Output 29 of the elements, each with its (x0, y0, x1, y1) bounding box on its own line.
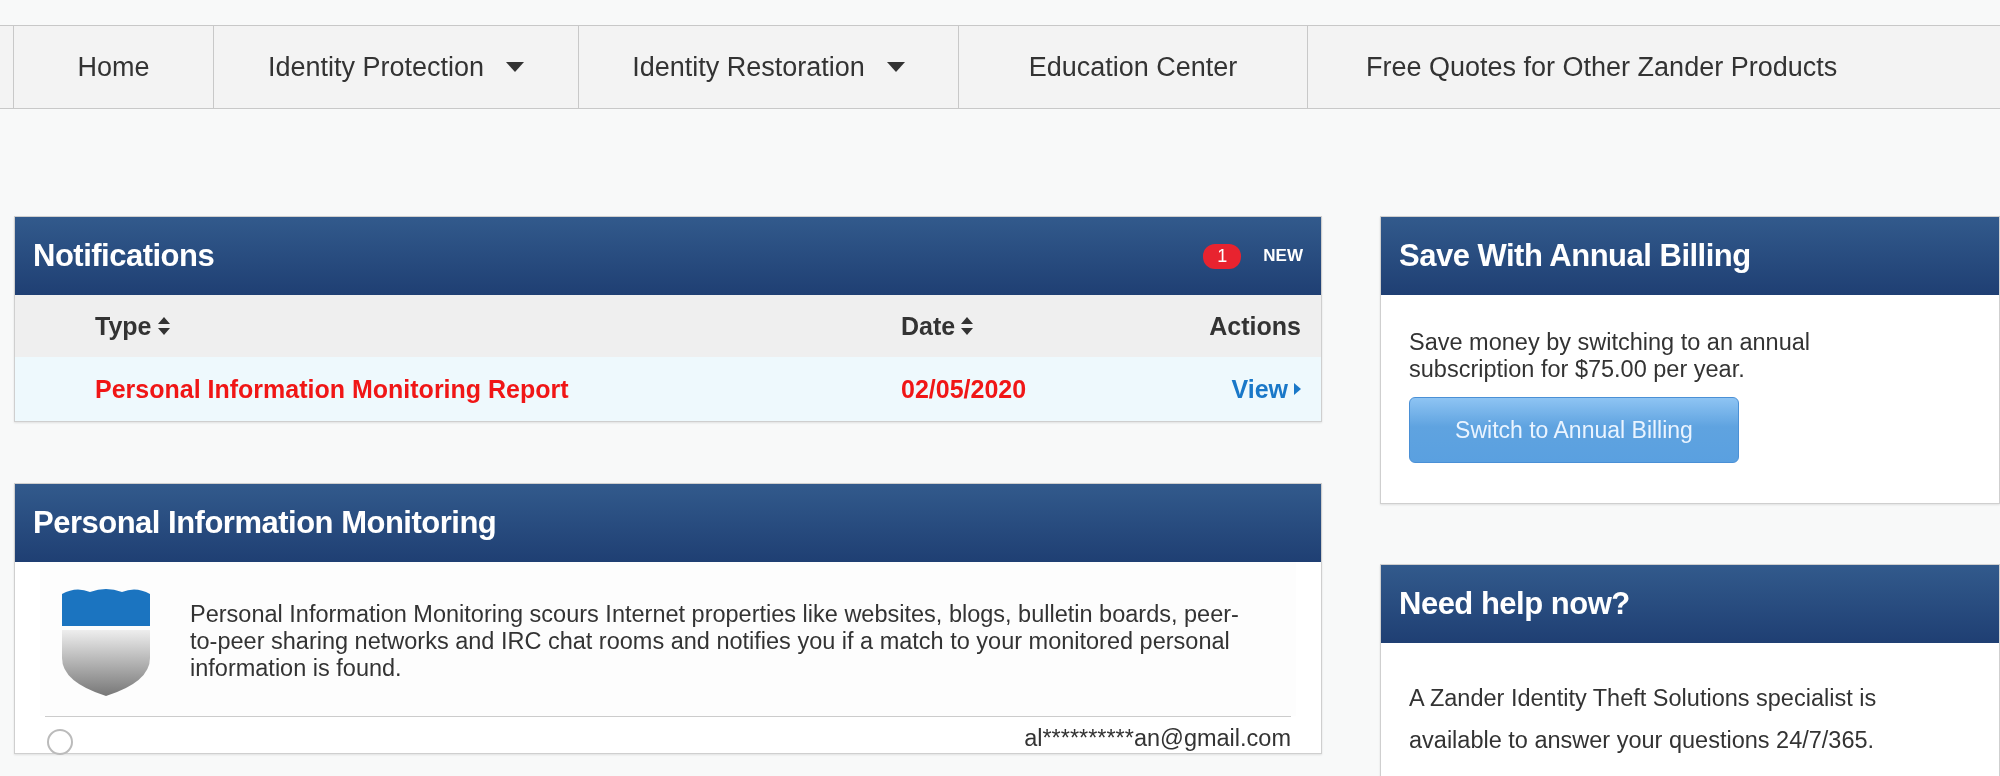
notification-date: 02/05/2020 (901, 374, 1028, 404)
radio-button[interactable] (47, 729, 73, 755)
column-header[interactable]: Date (901, 311, 1181, 341)
panel-title: Save With Annual Billing (1399, 238, 1751, 274)
nav-item[interactable]: Education Center (959, 26, 1308, 108)
panel-title: Personal Information Monitoring (33, 505, 497, 541)
caret-icon (506, 62, 525, 72)
description-text: Personal Information Monitoring scours Internet properties like websites, blogs, bulletin boards, peer-to-peer sharing networks and IRC chat rooms and notifies you if a match to your monitored personal information is found. (190, 600, 1240, 682)
nav-item[interactable]: Home (14, 26, 214, 108)
new-label: NEW (1263, 246, 1303, 266)
help-text: A Zander Identity Theft Solutions specialist is available to answer your questions 24/7/365. (1409, 684, 1878, 755)
caret-icon (1294, 383, 1301, 395)
panel-title: Need help now? (1399, 586, 1630, 622)
notification-row[interactable]: Personal Information Monitoring Report 02/05/2020 View (15, 357, 1321, 421)
sort-icon (961, 317, 974, 335)
notification-type: Personal Information Monitoring Report (95, 374, 570, 404)
email-text: al**********an@gmail.com (1024, 724, 1291, 752)
nav-item[interactable]: Identity Restoration (579, 26, 959, 108)
sort-icon (157, 317, 170, 335)
panel-title: Notifications (33, 238, 215, 274)
nav-item[interactable]: Identity Protection (214, 26, 579, 108)
column-header[interactable]: Type (95, 311, 901, 341)
column-header: Actions (1208, 311, 1301, 341)
billing-text: Save money by switching to an annual subscription for $75.00 per year. (1409, 329, 1812, 383)
view-link[interactable]: View (1181, 374, 1301, 404)
shield-icon (60, 586, 152, 696)
count-badge: 1 (1203, 243, 1242, 269)
caret-icon (886, 62, 905, 72)
nav-item[interactable]: Free Quotes for Other Zander Products (1308, 26, 2000, 108)
